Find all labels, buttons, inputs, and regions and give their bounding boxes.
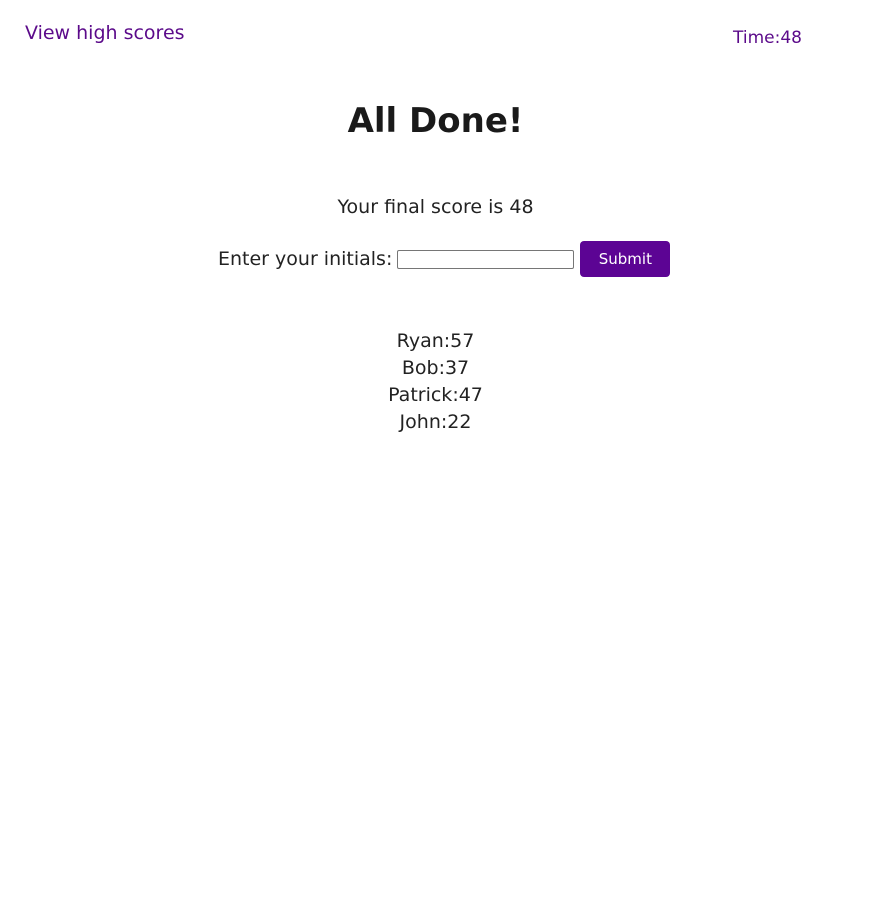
- timer-value: 48: [780, 28, 802, 48]
- high-score-item: Bob:37: [401, 357, 470, 379]
- quiz-page: View high scores Time:48 All Done! Your …: [0, 0, 871, 912]
- initials-label: Enter your initials:: [218, 248, 393, 270]
- high-score-item: John:22: [399, 411, 472, 433]
- timer-label: Time:: [733, 28, 781, 48]
- high-score-item: Ryan:57: [396, 330, 475, 352]
- high-scores-list: Ryan:57 Bob:37 Patrick:47 John:22: [0, 328, 871, 436]
- timer: Time:48: [733, 28, 802, 48]
- view-high-scores-link[interactable]: View high scores: [25, 22, 185, 44]
- initials-input[interactable]: [397, 249, 575, 269]
- high-score-item: Patrick:47: [388, 384, 483, 406]
- submit-button[interactable]: Submit: [580, 241, 671, 277]
- initials-form: Enter your initials: Submit: [218, 241, 671, 277]
- page-title: All Done!: [347, 101, 524, 141]
- final-score-text: Your final score is 48: [337, 196, 534, 218]
